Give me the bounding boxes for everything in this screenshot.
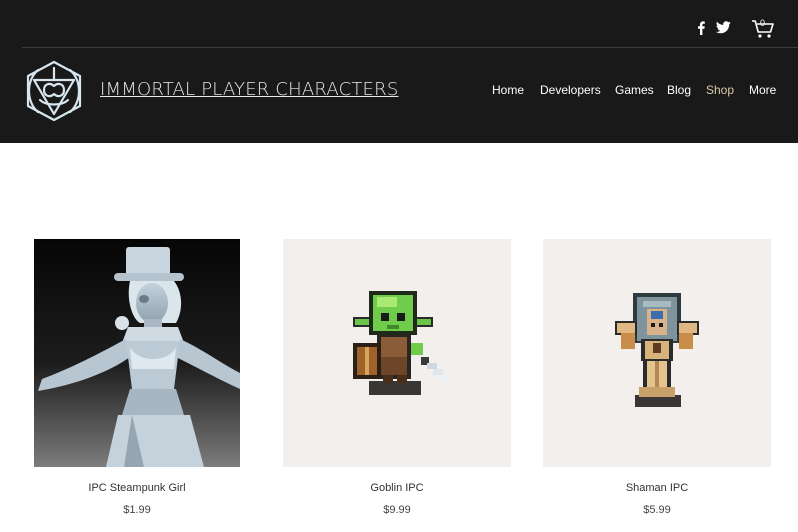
top-bar: 0 <box>0 0 798 48</box>
nav-blog[interactable]: Blog <box>667 83 691 97</box>
nav-games[interactable]: Games <box>615 83 654 97</box>
product-image[interactable] <box>34 239 240 467</box>
product-image[interactable] <box>283 239 511 467</box>
product-card[interactable]: Goblin IPC $9.99 <box>283 239 511 516</box>
nav-developers[interactable]: Developers <box>540 83 601 97</box>
product-card[interactable]: IPC Steampunk Girl $1.99 <box>34 239 262 516</box>
header-divider <box>22 47 798 48</box>
nav-more[interactable]: More <box>749 83 776 97</box>
facebook-icon[interactable] <box>696 21 706 35</box>
product-image[interactable] <box>543 239 771 467</box>
nav-home[interactable]: Home <box>492 83 524 97</box>
cart-count: 0 <box>760 18 766 28</box>
site-header: 0 IMMORTAL PLAYER CHARACTERS Home Develo… <box>0 0 798 143</box>
nav-shop[interactable]: Shop <box>706 83 734 97</box>
product-price: $5.99 <box>643 504 671 516</box>
product-card[interactable]: Shaman IPC $5.99 <box>543 239 771 516</box>
cart-icon[interactable]: 0 <box>751 16 775 40</box>
twitter-icon[interactable] <box>716 21 731 34</box>
product-name[interactable]: Shaman IPC <box>543 482 771 494</box>
product-name[interactable]: IPC Steampunk Girl <box>34 482 240 494</box>
product-price: $1.99 <box>123 504 151 516</box>
product-name[interactable]: Goblin IPC <box>283 482 511 494</box>
product-price: $9.99 <box>383 504 411 516</box>
main-nav: Home Developers Games Blog Shop More <box>0 83 798 99</box>
